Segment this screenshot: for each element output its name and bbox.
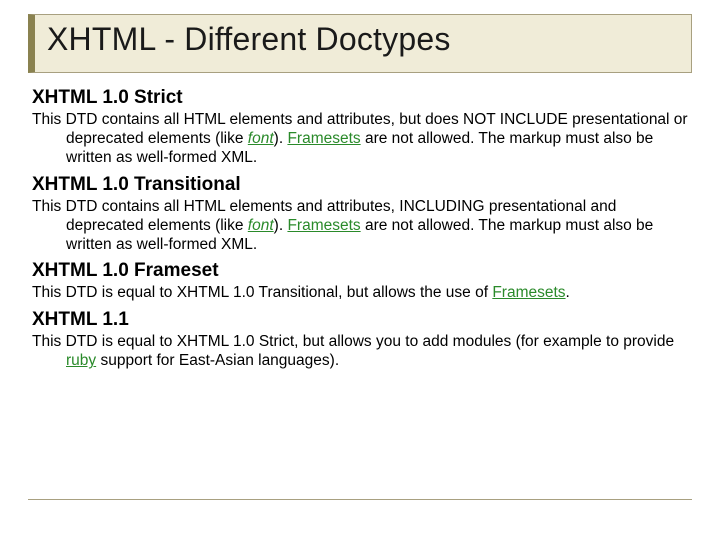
section-heading: XHTML 1.0 Frameset bbox=[32, 260, 688, 282]
section-heading: XHTML 1.1 bbox=[32, 309, 688, 331]
section-body: This DTD is equal to XHTML 1.0 Strict, b… bbox=[32, 333, 688, 371]
body-text: ). bbox=[274, 217, 288, 234]
section-body: This DTD contains all HTML elements and … bbox=[32, 111, 688, 168]
body-text: This DTD is equal to XHTML 1.0 Strict, b… bbox=[32, 333, 674, 350]
hyperlink-framesets[interactable]: Framesets bbox=[492, 284, 565, 301]
hyperlink-framesets[interactable]: Framesets bbox=[287, 217, 360, 234]
hyperlink-font[interactable]: font bbox=[248, 130, 274, 147]
section-heading: XHTML 1.0 Transitional bbox=[32, 174, 688, 196]
section-heading: XHTML 1.0 Strict bbox=[32, 87, 688, 109]
body-text: support for East-Asian languages). bbox=[96, 352, 339, 369]
slide: XHTML - Different Doctypes XHTML 1.0 Str… bbox=[0, 0, 720, 540]
section-body: This DTD contains all HTML elements and … bbox=[32, 198, 688, 255]
content-area: XHTML 1.0 Strict This DTD contains all H… bbox=[28, 87, 692, 371]
hyperlink-ruby[interactable]: ruby bbox=[66, 352, 96, 369]
body-text: . bbox=[566, 284, 570, 301]
body-text: ). bbox=[274, 130, 288, 147]
slide-title: XHTML - Different Doctypes bbox=[47, 21, 681, 58]
body-text: This DTD is equal to XHTML 1.0 Transitio… bbox=[32, 284, 492, 301]
footer-divider bbox=[28, 499, 692, 500]
hyperlink-font[interactable]: font bbox=[248, 217, 274, 234]
title-box: XHTML - Different Doctypes bbox=[28, 14, 692, 73]
section-body: This DTD is equal to XHTML 1.0 Transitio… bbox=[32, 284, 688, 303]
hyperlink-framesets[interactable]: Framesets bbox=[287, 130, 360, 147]
